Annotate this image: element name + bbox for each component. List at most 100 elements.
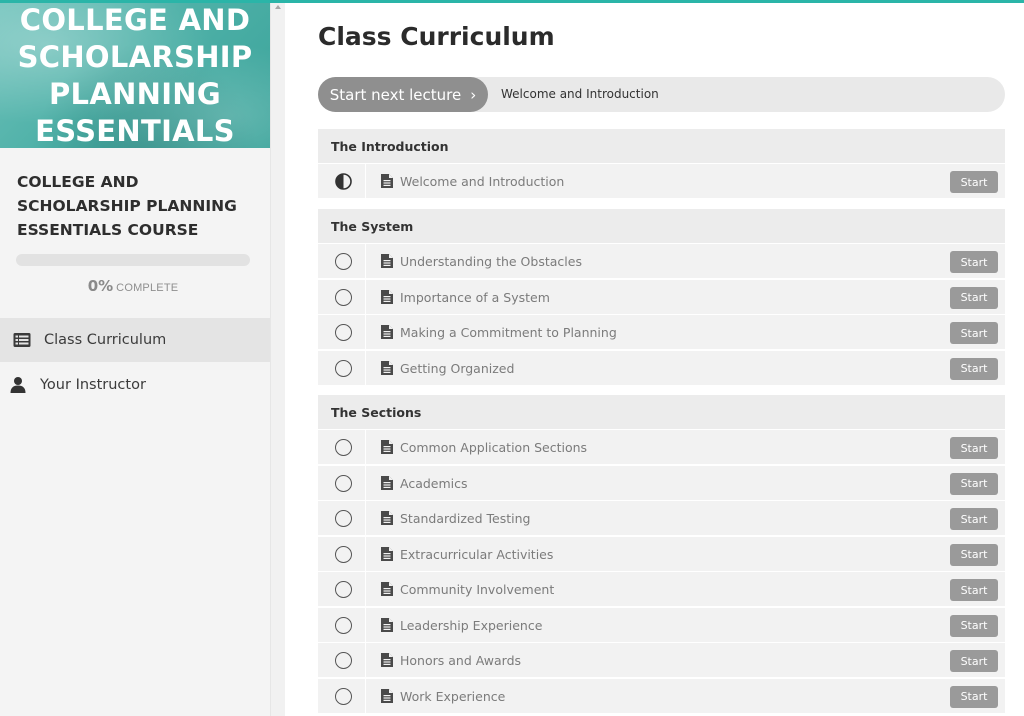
document-icon [381,546,393,561]
start-lecture-button[interactable]: Start [950,614,998,637]
course-name-line: ESSENTIALS COURSE [17,221,199,239]
document-icon [381,174,393,188]
next-lecture-title[interactable]: Welcome and Introduction [501,87,659,101]
lecture-title: Honors and Awards [400,653,522,668]
lecture-row[interactable]: Welcome and Introduction Start [318,163,1005,198]
lecture-title: Importance of a System [400,289,550,305]
lecture-row[interactable]: Honors and Awards Start [318,642,1005,677]
lecture-row[interactable]: Academics Start [318,464,1005,500]
progress-complete-label: COMPLETE [116,282,179,294]
start-next-lecture-label: Start next lecture [329,85,462,104]
start-next-lecture-button[interactable]: Start next lecture › [318,77,488,112]
section-header: The Introduction [318,129,1005,163]
start-lecture-button[interactable]: Start [950,579,998,601]
incomplete-circle-icon [335,687,352,705]
document-icon [381,688,393,703]
document-icon [381,617,393,632]
incomplete-circle-icon [335,616,352,634]
start-lecture-button[interactable]: Start [950,437,998,459]
incomplete-circle-icon [335,359,352,377]
document-icon [381,254,393,268]
progress-percent: 0% [87,277,114,295]
lecture-title: Leadership Experience [400,617,543,633]
hero-title-line: ESSENTIALS [35,114,235,148]
lecture-status-cell [318,430,366,464]
nav-item-class-curriculum[interactable]: Class Curriculum [0,318,270,362]
lecture-title: Standardized Testing [400,511,531,526]
document-icon [381,653,393,667]
lecture-row[interactable]: Getting Organized Start [318,349,1005,385]
start-lecture-button[interactable]: Start [950,472,998,495]
lecture-title: Extracurricular Activities [400,546,554,562]
incomplete-circle-icon [335,510,352,527]
lecture-row[interactable]: Community Involvement Start [318,571,1005,606]
hero-title-line: SCHOLARSHIP [17,40,253,74]
hero-title-line: COLLEGE AND [19,3,251,37]
section-header: The System [318,209,1005,243]
document-icon [381,440,393,454]
top-accent-line [0,0,1024,3]
progress-label: 0% COMPLETE [0,277,266,296]
lecture-title: Common Application Sections [400,440,588,455]
nav-item-your-instructor[interactable]: Your Instructor [0,363,270,407]
lecture-row[interactable]: Work Experience Start [318,677,1005,713]
start-lecture-button[interactable]: Start [950,251,998,273]
in-progress-icon [335,173,352,190]
course-hero-banner[interactable]: COLLEGE AND SCHOLARSHIP PLANNING ESSENTI… [0,0,270,148]
chevron-right-icon: › [470,85,477,104]
lecture-status-cell [318,279,366,314]
document-icon [381,475,393,490]
incomplete-circle-icon [335,288,352,306]
document-icon [381,511,393,525]
document-icon [381,289,393,304]
lecture-title: Understanding the Obstacles [400,254,582,269]
hero-title-line: PLANNING [49,77,221,111]
lecture-row[interactable]: Leadership Experience Start [318,606,1005,642]
page-title: Class Curriculum [318,22,555,51]
next-lecture-bar: Start next lecture › Welcome and Introduc… [318,77,1005,112]
course-name: COLLEGE AND SCHOLARSHIP PLANNING ESSENTI… [17,170,257,242]
incomplete-circle-icon [335,474,352,492]
start-lecture-button[interactable]: Start [950,685,998,708]
lecture-row[interactable]: Making a Commitment to Planning Start [318,314,1005,349]
lecture-status-cell [318,164,366,198]
lecture-title: Making a Commitment to Planning [400,325,617,340]
user-icon [10,377,26,393]
list-icon [13,333,31,347]
lecture-row[interactable]: Common Application Sections Start [318,429,1005,464]
lecture-status-cell [318,607,366,642]
start-lecture-button[interactable]: Start [950,508,998,530]
lecture-row[interactable]: Understanding the Obstacles Start [318,243,1005,278]
lecture-row[interactable]: Standardized Testing Start [318,500,1005,535]
start-lecture-button[interactable]: Start [950,650,998,672]
sidebar: COLLEGE AND SCHOLARSHIP PLANNING ESSENTI… [0,0,270,716]
lecture-status-cell [318,244,366,278]
scroll-up-arrow-icon[interactable] [275,5,281,9]
lecture-status-cell [318,350,366,385]
incomplete-circle-icon [335,581,352,598]
course-hero-title: COLLEGE AND SCHOLARSHIP PLANNING ESSENTI… [0,2,270,148]
start-lecture-button[interactable]: Start [950,357,998,380]
document-icon [381,360,393,375]
document-icon [381,325,393,339]
start-lecture-button[interactable]: Start [950,286,998,309]
incomplete-circle-icon [335,545,352,563]
nav-item-label: Class Curriculum [44,332,167,348]
lecture-title: Community Involvement [400,582,555,597]
sidebar-scrollbar[interactable] [270,0,285,716]
section-header: The Sections [318,395,1005,429]
lecture-title: Welcome and Introduction [400,174,565,189]
nav-item-label: Your Instructor [40,377,146,393]
incomplete-circle-icon [335,253,352,270]
start-lecture-button[interactable]: Start [950,171,998,193]
course-name-line: COLLEGE AND [17,173,139,191]
lecture-row[interactable]: Extracurricular Activities Start [318,535,1005,571]
start-lecture-button[interactable]: Start [950,543,998,566]
lecture-row[interactable]: Importance of a System Start [318,278,1005,314]
document-icon [381,582,393,596]
lecture-status-cell [318,643,366,677]
lecture-title: Getting Organized [400,360,515,376]
course-name-line: SCHOLARSHIP PLANNING [17,197,237,215]
start-lecture-button[interactable]: Start [950,322,998,344]
lecture-status-cell [318,315,366,349]
